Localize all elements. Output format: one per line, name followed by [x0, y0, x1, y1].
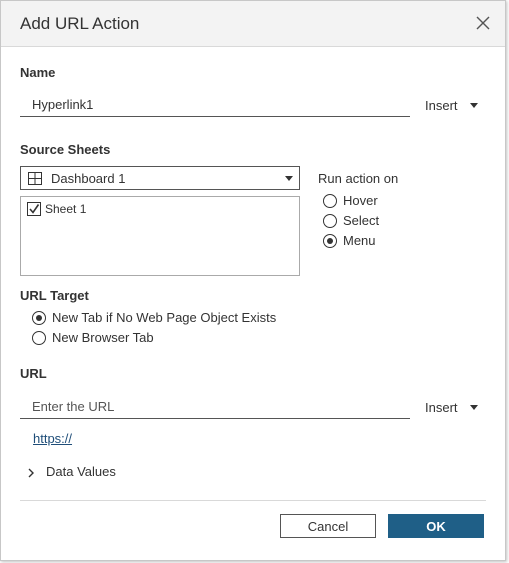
url-preview-link[interactable]: https://	[33, 431, 72, 446]
cancel-button[interactable]: Cancel	[280, 514, 376, 538]
sheet-checkbox-label: Sheet 1	[45, 202, 87, 216]
add-url-action-dialog: Add URL Action Name Insert Source Sheets…	[0, 0, 506, 561]
chevron-down-icon	[285, 176, 293, 181]
chevron-right-icon	[27, 466, 35, 484]
radio-new-browser-tab-circle[interactable]	[32, 331, 46, 345]
source-sheets-label: Source Sheets	[20, 142, 111, 157]
ok-button[interactable]: OK	[388, 514, 484, 538]
name-insert-menu[interactable]: Insert	[425, 98, 458, 113]
dashboard-grid-icon	[28, 172, 42, 190]
sheet-checkbox[interactable]	[27, 202, 41, 216]
name-input[interactable]	[20, 93, 410, 117]
radio-menu-circle[interactable]	[323, 234, 337, 248]
radio-select-circle[interactable]	[323, 214, 337, 228]
data-values-label: Data Values	[46, 464, 116, 479]
radio-select-label: Select	[343, 213, 380, 228]
footer-divider	[20, 500, 486, 501]
run-action-label: Run action on	[318, 171, 399, 186]
selected-sheet-text: Dashboard 1	[51, 171, 126, 186]
source-sheet-dropdown[interactable]: Dashboard 1	[20, 166, 300, 190]
name-label: Name	[20, 65, 56, 80]
close-icon[interactable]	[473, 13, 493, 33]
radio-new-browser-tab-label: New Browser Tab	[52, 330, 154, 345]
url-label: URL	[20, 366, 47, 381]
name-insert-caret-icon[interactable]	[470, 103, 478, 108]
radio-new-tab-if-none-circle[interactable]	[32, 311, 46, 325]
radio-hover-label: Hover	[343, 193, 378, 208]
url-insert-caret-icon[interactable]	[470, 405, 478, 410]
url-target-label: URL Target	[20, 288, 89, 303]
radio-menu-label: Menu	[343, 233, 376, 248]
radio-new-tab-if-none-label: New Tab if No Web Page Object Exists	[52, 310, 277, 325]
url-insert-menu[interactable]: Insert	[425, 400, 458, 415]
sheet-list: Sheet 1	[20, 196, 300, 276]
title-bar: Add URL Action	[1, 1, 505, 47]
url-input[interactable]	[20, 395, 410, 419]
radio-hover-circle[interactable]	[323, 194, 337, 208]
dialog-title: Add URL Action	[20, 14, 140, 33]
